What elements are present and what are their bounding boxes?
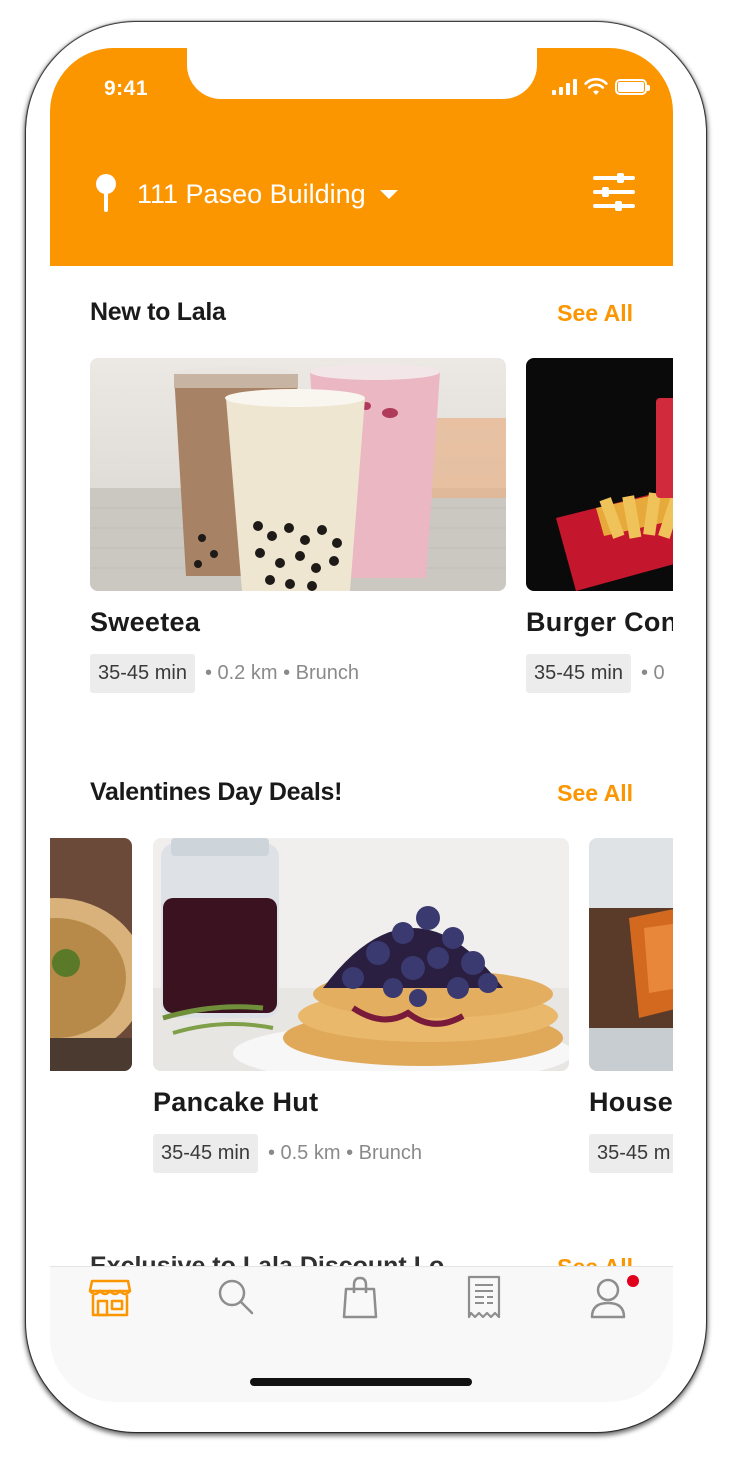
section-title-valentines: Valentines Day Deals! bbox=[90, 778, 343, 806]
see-all-link[interactable]: See All bbox=[557, 780, 633, 807]
location-label: 111 Paseo Building bbox=[137, 178, 366, 209]
restaurant-card-pancake-hut[interactable]: Pancake Hut 35-45 min • 0.5 km • Brunch bbox=[153, 838, 569, 1173]
delivery-time-badge: 35-45 m bbox=[589, 1134, 673, 1173]
status-time: 9:41 bbox=[104, 77, 149, 100]
restaurant-image bbox=[526, 358, 673, 591]
filter-sliders-icon[interactable] bbox=[593, 173, 635, 211]
distance-category-text: • 0 bbox=[640, 662, 665, 684]
wifi-icon bbox=[584, 78, 608, 95]
speaker-grille bbox=[296, 67, 382, 79]
restaurant-image bbox=[90, 358, 506, 591]
section-title-new-to-lala: New to Lala bbox=[90, 298, 226, 326]
delivery-time-badge: 35-45 min bbox=[526, 654, 631, 693]
restaurant-name: House bbox=[589, 1087, 673, 1117]
restaurant-meta: 35-45 m bbox=[589, 1134, 673, 1173]
chevron-down-icon bbox=[379, 189, 398, 199]
restaurant-meta: 35-45 min • 0.5 km • Brunch bbox=[153, 1134, 569, 1173]
store-icon[interactable] bbox=[88, 1275, 132, 1319]
search-icon[interactable] bbox=[214, 1275, 258, 1319]
home-indicator bbox=[250, 1378, 472, 1386]
restaurant-image-partial[interactable] bbox=[50, 838, 132, 1071]
restaurant-card-house[interactable]: House 35-45 m bbox=[589, 838, 673, 1173]
see-all-link[interactable]: See All bbox=[557, 300, 633, 327]
restaurant-card-sweetea[interactable]: Sweetea 35-45 min • 0.2 km • Brunch bbox=[90, 358, 506, 693]
distance-category-text: • 0.5 km • Brunch bbox=[267, 1142, 422, 1164]
status-icons bbox=[552, 78, 650, 96]
app-screen: 9:41 111 Paseo Building New to Lala See … bbox=[50, 48, 673, 1402]
notification-dot bbox=[627, 1275, 639, 1287]
restaurant-meta: 35-45 min • 0.2 km • Brunch bbox=[90, 654, 506, 693]
shopping-bag-icon[interactable] bbox=[338, 1275, 382, 1319]
delivery-time-badge: 35-45 min bbox=[153, 1134, 258, 1173]
restaurant-name: Pancake Hut bbox=[153, 1087, 319, 1117]
location-pin-icon bbox=[96, 174, 116, 212]
restaurant-meta: 35-45 min • 0 bbox=[526, 654, 673, 693]
cellular-signal-icon bbox=[552, 79, 577, 95]
profile-icon[interactable] bbox=[588, 1275, 644, 1319]
location-selector[interactable]: 111 Paseo Building bbox=[95, 174, 398, 214]
receipt-icon[interactable] bbox=[462, 1275, 506, 1319]
restaurant-name: Sweetea bbox=[90, 607, 201, 637]
restaurant-name: Burger Con bbox=[526, 607, 673, 637]
distance-category-text: • 0.2 km • Brunch bbox=[204, 662, 359, 684]
restaurant-card-burger[interactable]: Burger Con 35-45 min • 0 bbox=[526, 358, 673, 693]
battery-icon bbox=[615, 79, 650, 95]
restaurant-image bbox=[589, 838, 673, 1071]
delivery-time-badge: 35-45 min bbox=[90, 654, 195, 693]
restaurant-image bbox=[153, 838, 569, 1071]
